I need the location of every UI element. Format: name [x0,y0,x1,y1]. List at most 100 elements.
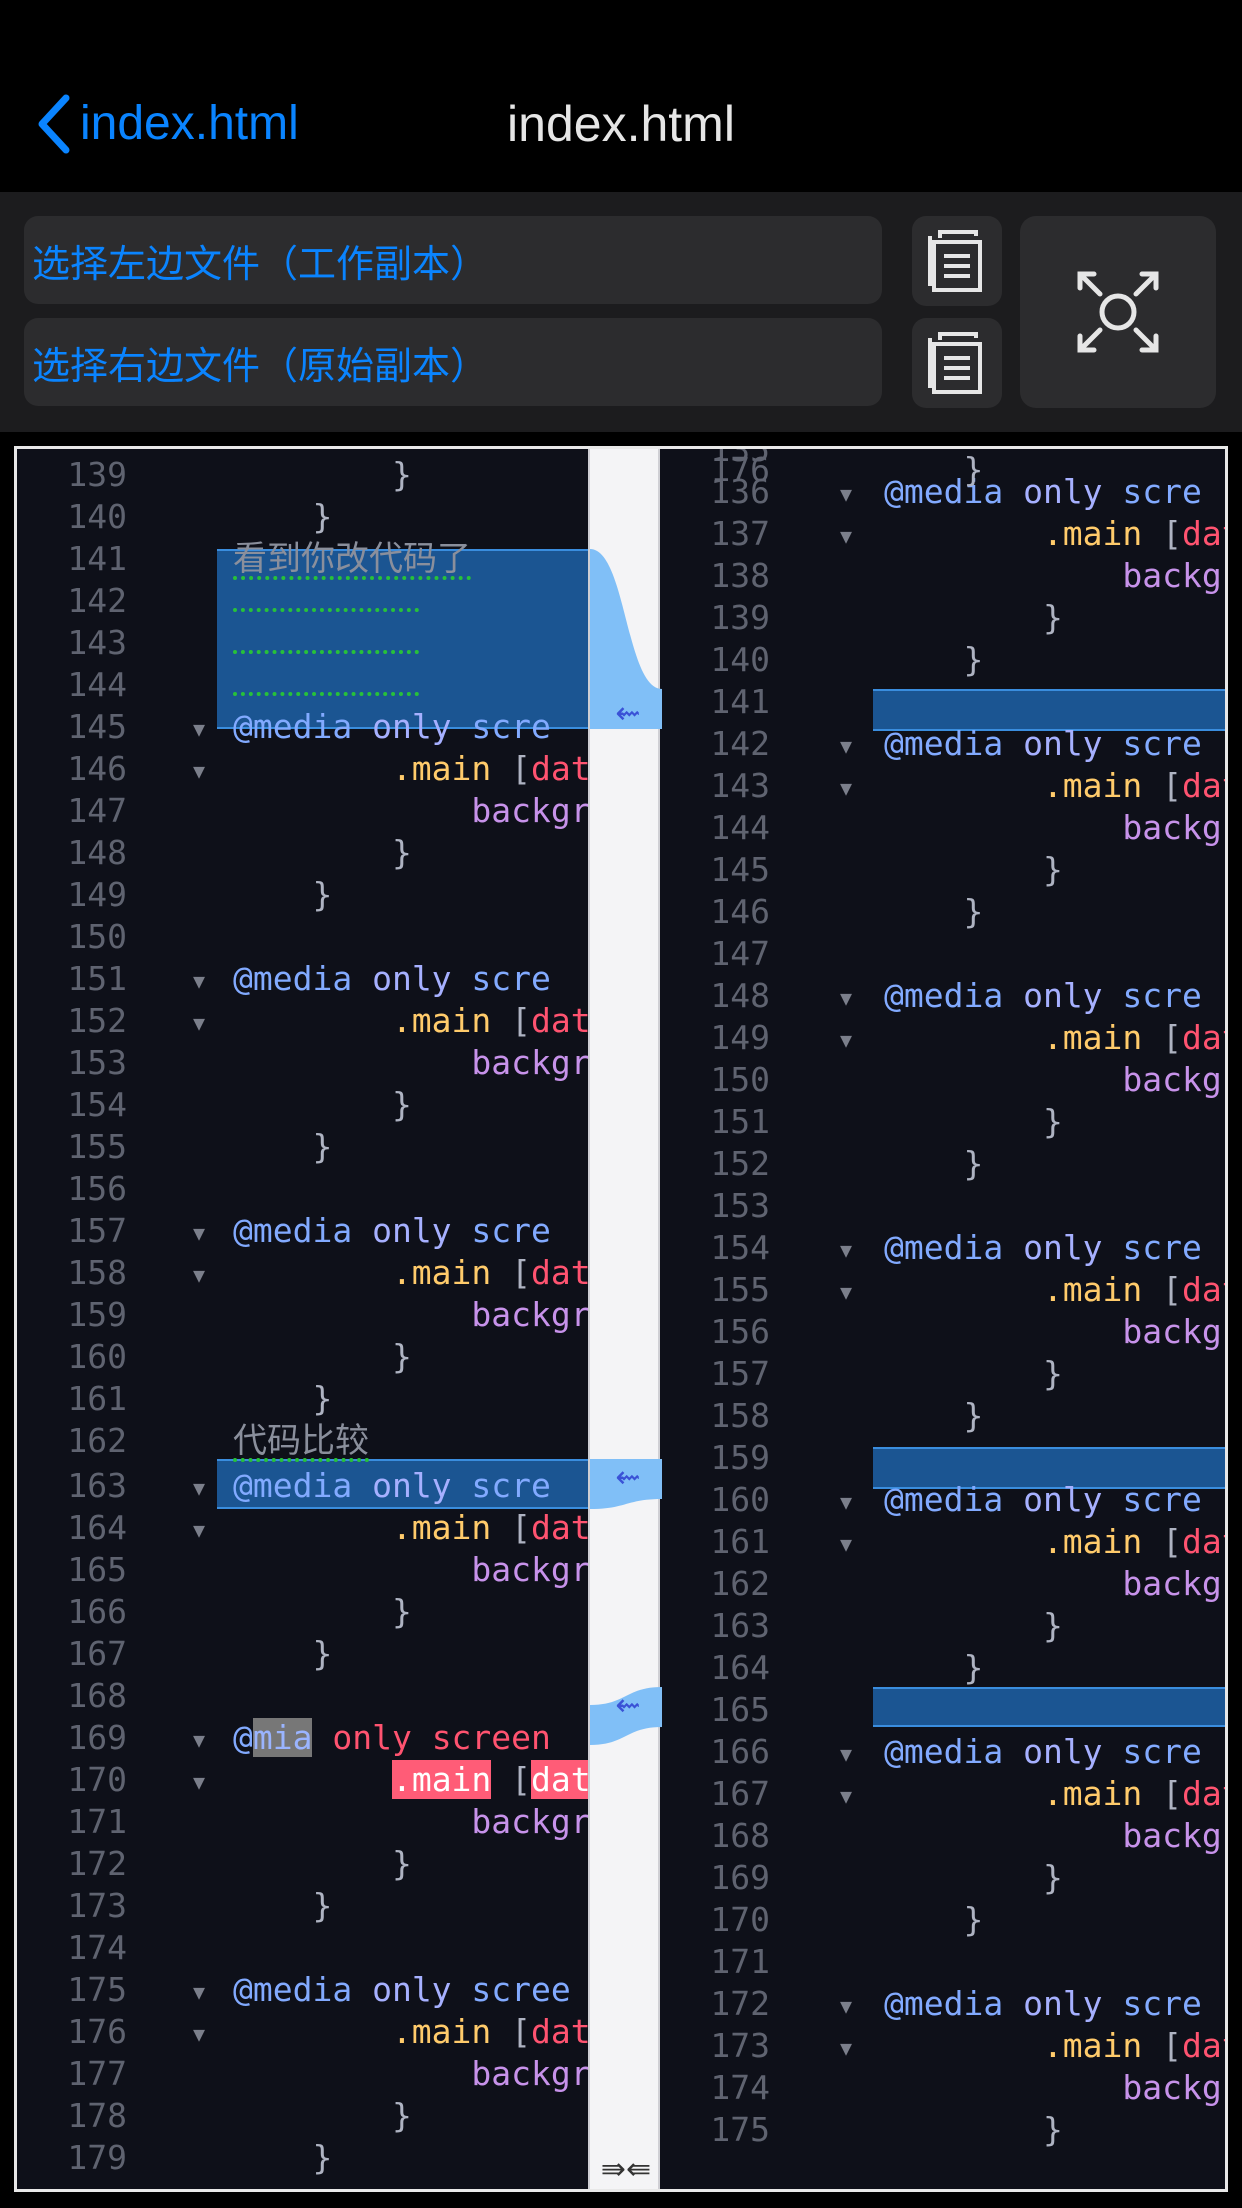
code-line: 174 backgrou [660,2067,1225,2109]
code-line: 138 backgrou [660,555,1225,597]
back-label: index.html [80,97,299,150]
fold-arrow-icon[interactable]: ▼ [840,1229,852,1271]
line-number: 163 [67,1466,127,1505]
code-token: [ [1162,1774,1183,1813]
code-line: 153 backgrou [17,1042,588,1084]
code-token: backgrou [1122,2068,1225,2107]
copy-left-button[interactable] [912,216,1002,306]
fold-arrow-icon[interactable]: ▼ [193,1002,205,1044]
code-text: backgrou [884,555,1225,597]
fold-arrow-icon[interactable]: ▼ [840,1733,852,1775]
code-token: backgrou [1122,1060,1225,1099]
code-text: @media only scre [884,975,1202,1017]
blank-added-line [233,624,419,654]
fold-arrow-icon[interactable]: ▼ [840,1019,852,1061]
fold-arrow-icon[interactable]: ▼ [193,1719,205,1761]
merge-left-button[interactable]: ⇜ [608,1691,648,1721]
fold-arrow-icon[interactable]: ▼ [193,1212,205,1254]
line-number: 151 [710,1102,770,1141]
back-button[interactable]: index.html [34,92,299,156]
code-token: [ [1162,1522,1183,1561]
code-text: } [233,1633,332,1675]
code-line: 177 backgrou [17,2053,588,2095]
code-text: .main [data- [884,1521,1225,1563]
fold-arrow-icon[interactable]: ▼ [193,708,205,750]
fold-arrow-icon[interactable]: ▼ [840,1271,852,1313]
fold-arrow-icon[interactable]: ▼ [840,2027,852,2069]
code-token: } [233,497,333,536]
code-line: 144 backgrou [660,807,1225,849]
fold-arrow-icon[interactable]: ▼ [193,1254,205,1296]
line-number: 175 [67,1970,127,2009]
code-text: backgrou [884,1059,1225,1101]
code-token: .main [884,514,1163,553]
fold-arrow-icon[interactable]: ▼ [193,2013,205,2055]
code-text: @media only scre [884,723,1202,765]
merge-left-button[interactable]: ⇜ [608,699,648,729]
fold-arrow-icon[interactable]: ▼ [840,767,852,809]
code-token: } [884,640,984,679]
line-number: 143 [67,623,127,662]
fold-arrow-icon[interactable]: ▼ [840,1985,852,2027]
code-token: .main [884,1522,1163,1561]
code-token: data- [531,1001,588,1040]
code-token: .main [233,1253,512,1292]
merge-left-button[interactable]: ⇜ [608,1463,648,1493]
line-number: 157 [67,1211,127,1250]
select-right-file-field[interactable]: 选择右边文件（原始副本） [24,318,882,406]
code-token: } [884,450,984,489]
fold-arrow-icon[interactable]: ▼ [193,1761,205,1803]
code-line: 141 看到你改代码了 [17,538,588,580]
code-token: @media [233,959,373,998]
fold-arrow-icon[interactable]: ▼ [840,515,852,557]
fold-arrow-icon[interactable]: ▼ [840,1775,852,1817]
line-number: 173 [710,2026,770,2065]
code-token: @media [884,1984,1024,2023]
right-code-pane[interactable]: 135136▼@media only scre137▼ .main [data-… [660,449,1225,2189]
code-line: 178 } [17,2095,588,2137]
code-text: .main [data- [884,2025,1225,2067]
code-token: } [884,1396,984,1435]
fold-arrow-icon[interactable]: ▼ [193,1971,205,2013]
code-text: } [233,1084,412,1126]
fold-arrow-icon[interactable]: ▼ [193,960,205,1002]
fold-arrow-icon[interactable]: ▼ [193,1509,205,1551]
fold-arrow-icon[interactable]: ▼ [840,977,852,1019]
left-code-pane[interactable]: 139 } 140 } 141 看到你改代码了 142 143 144 145 ▼ @media … [17,449,588,2189]
code-token: only [372,1970,472,2009]
merge-all-button[interactable]: ⇛⇚ [590,2152,662,2187]
code-token: .main [233,1001,512,1040]
fullscreen-button[interactable] [1020,216,1216,408]
select-left-file-field[interactable]: 选择左边文件（工作副本） [24,216,882,304]
code-token: backgrou [471,1550,588,1589]
code-token: @media [884,724,1024,763]
code-token: } [233,1634,333,1673]
fold-arrow-icon[interactable]: ▼ [840,1481,852,1523]
line-number: 148 [710,976,770,1015]
fold-arrow-icon[interactable]: ▼ [193,1467,205,1509]
line-number: 140 [67,497,127,536]
code-token: [ [511,1508,532,1547]
fold-arrow-icon[interactable]: ▼ [193,750,205,792]
code-token: [ [1162,1018,1183,1057]
fold-arrow-icon[interactable]: ▼ [840,725,852,767]
code-token: data- [1182,1774,1225,1813]
code-text: .main [data- [233,2011,588,2053]
line-number: 155 [67,1127,127,1166]
line-number: 149 [710,1018,770,1057]
line-number: 139 [710,598,770,637]
code-text: } [233,874,332,916]
copy-right-button[interactable] [912,318,1002,408]
code-token: .main [884,2026,1163,2065]
line-number: 167 [710,1774,770,1813]
code-text: .main [data- [233,1252,588,1294]
line-number: 150 [67,917,127,956]
code-token: backgrou [471,1802,588,1841]
fold-arrow-icon[interactable]: ▼ [840,1523,852,1565]
code-line: 156 [17,1168,588,1210]
code-line: 152 } [660,1143,1225,1185]
line-number: 145 [67,707,127,746]
comment-text: 代码比较 [233,1421,369,1462]
code-line: 143 [17,622,588,664]
select-right-file-label: 选择右边文件（原始副本） [32,343,489,388]
